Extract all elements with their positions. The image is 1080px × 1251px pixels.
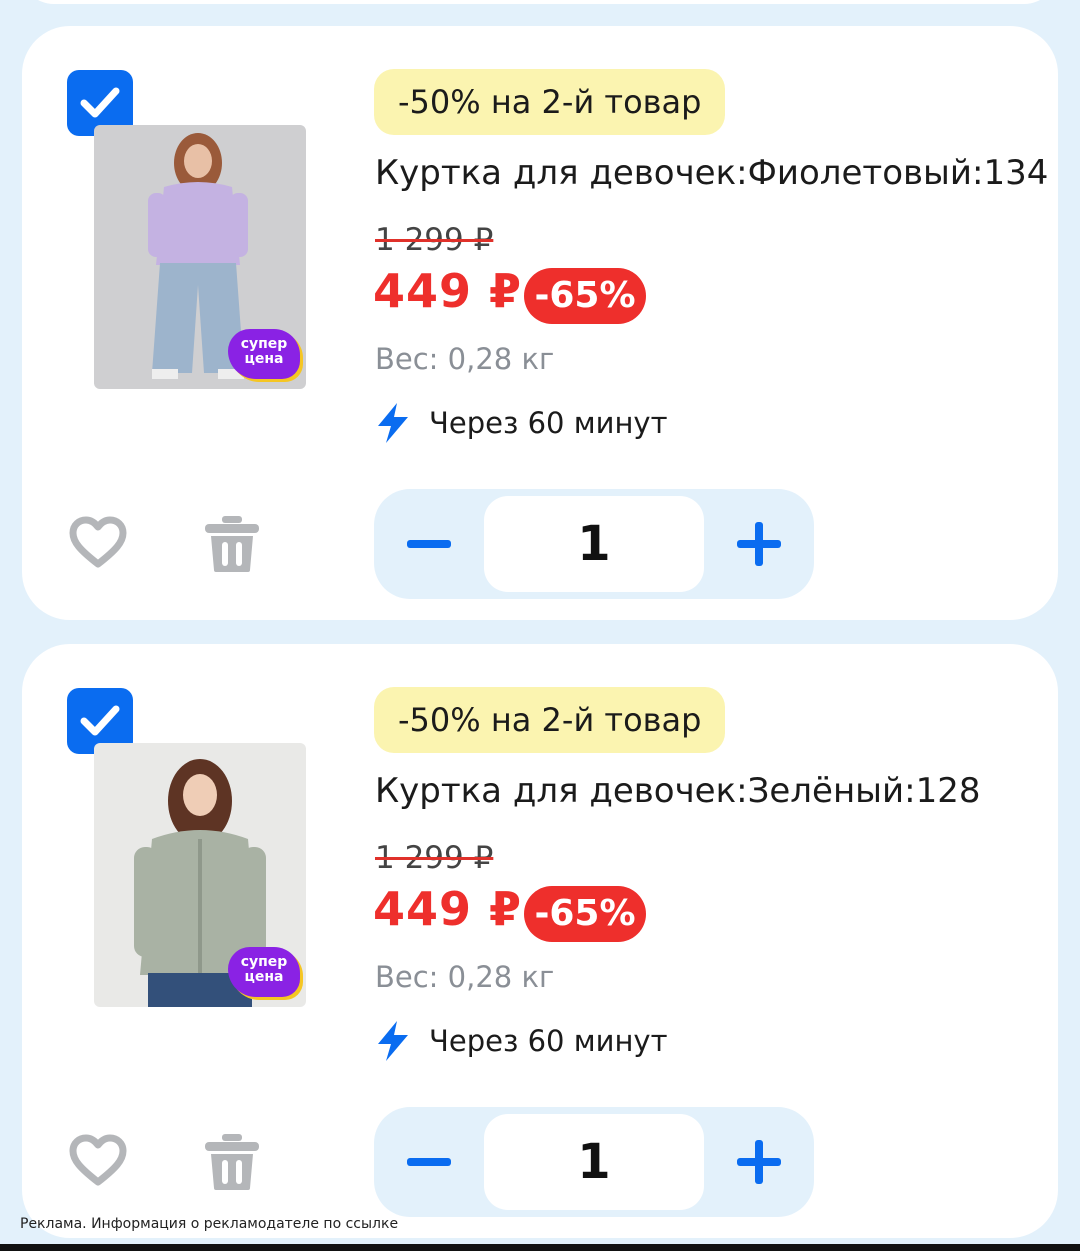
quantity-stepper: 1 — [374, 489, 814, 599]
increase-quantity-button[interactable] — [724, 1127, 794, 1197]
decrease-quantity-button[interactable] — [394, 1127, 464, 1197]
cart-item-card: супер цена -50% на 2-й товар Куртка для … — [22, 644, 1058, 1238]
current-price: 449 ₽ — [373, 264, 523, 318]
delete-button[interactable] — [202, 514, 262, 578]
checkmark-icon — [80, 705, 120, 736]
previous-card-edge — [20, 0, 1058, 4]
old-price: 1 299 ₽ — [375, 840, 494, 876]
super-price-badge: супер цена — [228, 947, 300, 997]
plus-icon — [737, 1140, 781, 1184]
product-weight: Вес: 0,28 кг — [375, 342, 555, 376]
product-weight: Вес: 0,28 кг — [375, 960, 555, 994]
favorite-button[interactable] — [68, 1134, 128, 1192]
ad-disclaimer-link[interactable]: Реклама. Информация о рекламодателе по с… — [20, 1216, 398, 1232]
delete-button[interactable] — [202, 1132, 262, 1196]
promo-badge: -50% на 2-й товар — [374, 687, 726, 753]
delivery-info: Через 60 минут — [375, 400, 667, 446]
trash-icon — [205, 516, 259, 572]
current-price: 449 ₽ — [373, 882, 523, 936]
quantity-stepper: 1 — [374, 1107, 814, 1217]
increase-quantity-button[interactable] — [724, 509, 794, 579]
product-image[interactable]: супер цена — [94, 125, 306, 389]
super-price-badge: супер цена — [228, 329, 300, 379]
favorite-button[interactable] — [68, 516, 128, 574]
decrease-quantity-button[interactable] — [394, 509, 464, 579]
product-image[interactable]: супер цена — [94, 743, 306, 1007]
heart-icon — [69, 1134, 127, 1186]
product-title[interactable]: Куртка для девочек:Фиолетовый:134 — [375, 153, 1048, 193]
minus-icon — [407, 1158, 451, 1166]
quantity-value[interactable]: 1 — [484, 496, 704, 592]
old-price: 1 299 ₽ — [375, 222, 494, 258]
plus-icon — [737, 522, 781, 566]
delivery-info: Через 60 минут — [375, 1018, 667, 1064]
lightning-icon — [378, 403, 408, 443]
lightning-icon — [378, 1021, 408, 1061]
checkmark-icon — [80, 87, 120, 118]
jacket-shape — [156, 182, 240, 265]
delivery-time: Через 60 минут — [429, 1024, 668, 1058]
minus-icon — [407, 540, 451, 548]
discount-badge: -65% — [524, 886, 646, 942]
heart-icon — [69, 516, 127, 568]
quantity-value[interactable]: 1 — [484, 1114, 704, 1210]
discount-badge: -65% — [524, 268, 646, 324]
trash-icon — [205, 1134, 259, 1190]
promo-badge: -50% на 2-й товар — [374, 69, 726, 135]
delivery-time: Через 60 минут — [429, 406, 668, 440]
product-title[interactable]: Куртка для девочек:Зелёный:128 — [375, 771, 980, 811]
bottom-edge — [0, 1244, 1080, 1251]
cart-item-card: супер цена -50% на 2-й товар Куртка для … — [22, 26, 1058, 620]
